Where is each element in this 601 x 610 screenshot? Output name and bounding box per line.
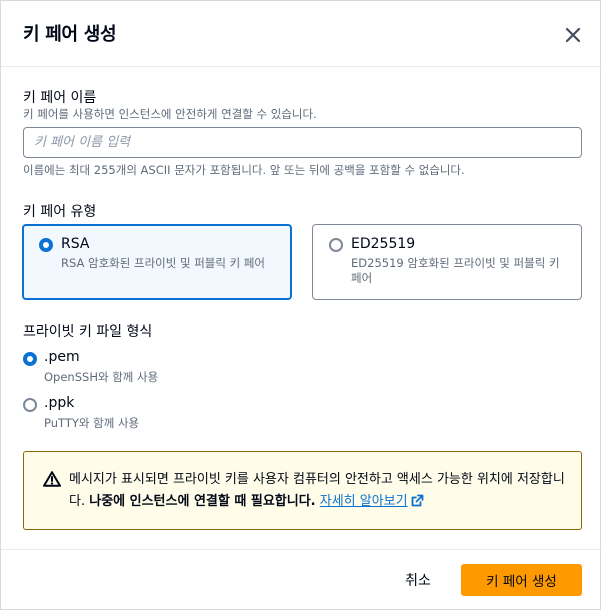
rsa-radio[interactable]: [39, 238, 53, 252]
ed25519-radio[interactable]: [329, 238, 343, 252]
cancel-button[interactable]: 취소: [393, 564, 443, 596]
dialog-footer: 취소 키 페어 생성: [1, 549, 601, 610]
alert-message: 메시지가 표시되면 프라이빗 키를 사용자 컴퓨터의 안전하고 액세스 가능한 …: [69, 469, 569, 515]
key-type-description: ED25519 암호화된 프라이빗 및 퍼블릭 키 페어: [351, 256, 560, 285]
learn-more-label: 자세히 알아보기: [319, 494, 408, 509]
key-pair-name-input[interactable]: [23, 127, 582, 158]
ppk-radio[interactable]: [23, 398, 37, 412]
file-format-description: OpenSSH와 함께 사용: [44, 370, 159, 384]
warning-icon: [43, 471, 61, 491]
file-format-option-ppk[interactable]: .ppk PuTTY와 함께 사용: [23, 395, 323, 435]
key-type-title: RSA: [61, 236, 90, 252]
key-type-description: RSA 암호화된 프라이빗 및 퍼블릭 키 페어: [61, 256, 266, 270]
key-type-tile-rsa[interactable]: RSA RSA 암호화된 프라이빗 및 퍼블릭 키 페어: [22, 224, 292, 300]
pem-radio[interactable]: [23, 352, 37, 366]
file-format-title: .ppk: [44, 395, 75, 411]
learn-more-link[interactable]: 자세히 알아보기: [320, 494, 424, 509]
key-type-title: ED25519: [351, 236, 416, 252]
key-pair-name-constraint: 이름에는 최대 255개의 ASCII 문자가 포함됩니다. 앞 또는 뒤에 공…: [23, 163, 465, 177]
key-type-tile-ed25519[interactable]: ED25519 ED25519 암호화된 프라이빗 및 퍼블릭 키 페어: [312, 224, 582, 300]
create-key-pair-button[interactable]: 키 페어 생성: [461, 564, 582, 596]
key-pair-type-label: 키 페어 유형: [23, 204, 97, 220]
key-pair-name-description: 키 페어를 사용하면 인스턴스에 안전하게 연결할 수 있습니다.: [23, 107, 317, 121]
dialog-title: 키 페어 생성: [23, 24, 117, 45]
file-format-label: 프라이빗 키 파일 형식: [23, 324, 153, 340]
warning-alert: 메시지가 표시되면 프라이빗 키를 사용자 컴퓨터의 안전하고 액세스 가능한 …: [23, 451, 582, 530]
file-format-description: PuTTY와 함께 사용: [44, 416, 140, 430]
create-key-pair-dialog: 키 페어 생성 키 페어 이름 키 페어를 사용하면 인스턴스에 안전하게 연결…: [0, 0, 601, 610]
external-link-icon: [411, 493, 424, 515]
dialog-header: 키 페어 생성: [1, 1, 601, 67]
key-pair-name-label: 키 페어 이름: [23, 90, 97, 106]
close-icon: [565, 27, 581, 43]
close-button[interactable]: [561, 23, 585, 47]
file-format-option-pem[interactable]: .pem OpenSSH와 함께 사용: [23, 349, 323, 389]
file-format-title: .pem: [44, 349, 80, 365]
alert-bold-text: 나중에 인스턴스에 연결할 때 필요합니다.: [89, 494, 316, 509]
